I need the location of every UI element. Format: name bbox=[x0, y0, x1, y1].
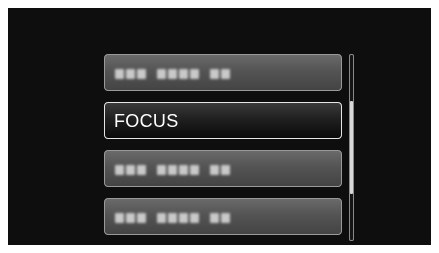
menu-item-focus[interactable]: FOCUS bbox=[104, 102, 342, 139]
blurred-label bbox=[115, 68, 241, 79]
blurred-label bbox=[115, 164, 241, 175]
menu-item-3[interactable] bbox=[104, 150, 342, 187]
menu-item-label: FOCUS bbox=[114, 111, 179, 131]
scrollbar-thumb[interactable] bbox=[350, 101, 353, 194]
scrollbar[interactable] bbox=[349, 54, 354, 241]
menu-list: FOCUS bbox=[104, 54, 344, 246]
blurred-label bbox=[115, 212, 241, 223]
menu-item-1[interactable] bbox=[104, 54, 342, 91]
menu-item-4[interactable] bbox=[104, 198, 342, 235]
camera-menu-screen: FOCUS bbox=[8, 8, 431, 245]
